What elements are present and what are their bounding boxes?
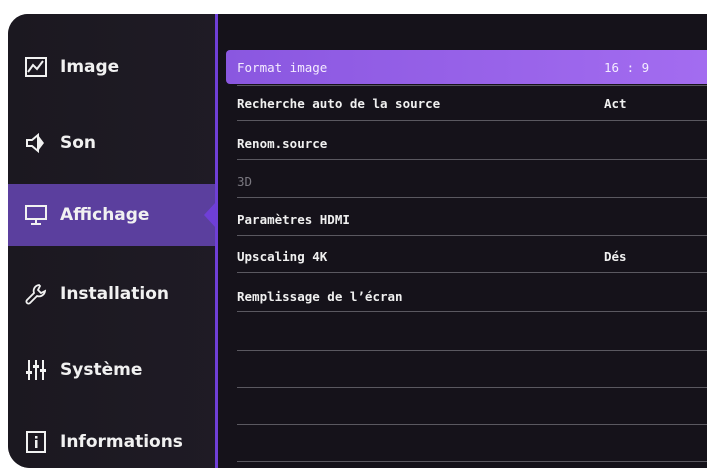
- sidebar-item-label: Image: [60, 57, 120, 77]
- sidebar-divider: [215, 14, 218, 468]
- menu-row-label: Remplissage de l’écran: [237, 288, 403, 304]
- menu-row-value: Act: [604, 95, 627, 111]
- settings-menu: Format image 16 : 9 Recherche auto de la…: [226, 14, 707, 468]
- menu-row-label: Paramètres HDMI: [237, 211, 350, 227]
- menu-row-parametres-hdmi[interactable]: Paramètres HDMI: [226, 202, 707, 236]
- menu-row-label: Renom.source: [237, 135, 328, 151]
- menu-row-renom-source[interactable]: Renom.source: [226, 126, 707, 160]
- sidebar-item-label: Installation: [60, 284, 170, 304]
- sidebar-item-label: Affichage: [60, 205, 150, 225]
- row-divider: [237, 311, 707, 312]
- menu-row-label: Upscaling 4K: [237, 248, 328, 264]
- row-divider: [237, 461, 707, 462]
- sliders-icon: [24, 358, 48, 382]
- projector-osd: Image Son Affichage Installation Système…: [8, 14, 707, 468]
- menu-row-3d: 3D: [226, 164, 707, 198]
- menu-row-value: 16 : 9: [604, 59, 650, 75]
- monitor-icon: [24, 203, 48, 227]
- row-divider: [237, 350, 707, 351]
- row-divider: [237, 272, 707, 273]
- menu-row-label: 3D: [237, 173, 253, 189]
- sidebar-item-installation[interactable]: Installation: [8, 263, 215, 325]
- active-indicator-arrow: [204, 202, 216, 228]
- sidebar-item-image[interactable]: Image: [8, 36, 215, 98]
- row-divider: [237, 197, 707, 198]
- menu-row-upscaling-4k[interactable]: Upscaling 4K Dés: [226, 239, 707, 273]
- sidebar-item-systeme[interactable]: Système: [8, 339, 215, 401]
- menu-row-value: Dés: [604, 248, 627, 264]
- sidebar-item-son[interactable]: Son: [8, 112, 215, 174]
- menu-row-recherche-auto[interactable]: Recherche auto de la source Act: [226, 86, 707, 120]
- row-divider: [237, 424, 707, 425]
- row-divider: [237, 120, 707, 121]
- sidebar-item-informations[interactable]: Informations: [8, 411, 215, 468]
- row-divider: [237, 235, 707, 236]
- info-icon: [24, 430, 48, 454]
- speaker-icon: [24, 131, 48, 155]
- sidebar-item-label: Informations: [60, 432, 183, 452]
- wrench-icon: [24, 282, 48, 306]
- menu-row-label: Format image: [237, 59, 328, 75]
- sidebar-item-affichage[interactable]: Affichage: [8, 184, 215, 246]
- sidebar-item-label: Son: [60, 133, 97, 153]
- sidebar-item-label: Système: [60, 360, 143, 380]
- menu-row-remplissage-ecran[interactable]: Remplissage de l’écran: [226, 279, 707, 313]
- image-chart-icon: [24, 55, 48, 79]
- row-divider: [237, 387, 707, 388]
- menu-row-format-image[interactable]: Format image 16 : 9: [226, 50, 707, 84]
- menu-row-label: Recherche auto de la source: [237, 95, 441, 111]
- row-divider: [237, 159, 707, 160]
- sidebar: Image Son Affichage Installation Système…: [8, 14, 218, 468]
